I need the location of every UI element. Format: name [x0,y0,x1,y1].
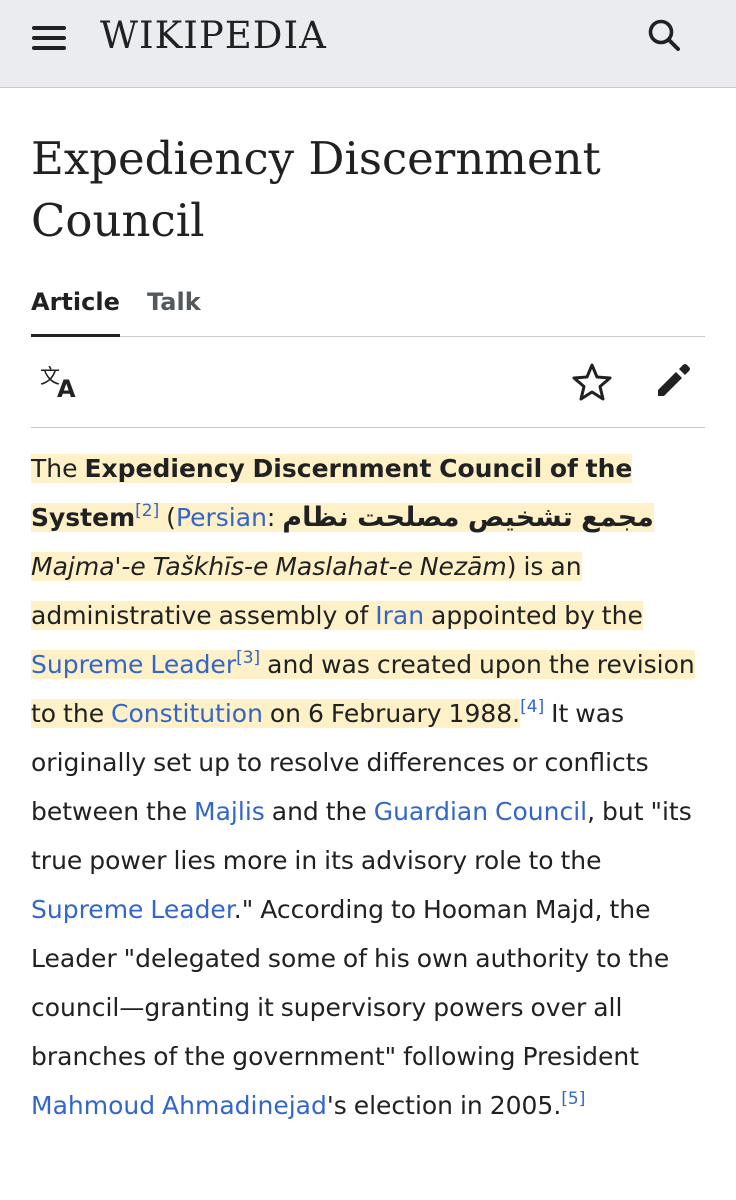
link-mahmoud-ahmadinejad[interactable]: Mahmoud Ahmadinejad [31,1091,327,1120]
translate-icon[interactable]: 文 A [39,363,83,401]
text-segment: ( [159,503,176,532]
tab-article[interactable]: Article [31,284,120,337]
page-actions-bar: 文 A [31,337,705,428]
reference-5-link[interactable]: [5] [561,1089,585,1109]
text-segment: on 6 February 1988. [262,699,521,728]
reference-2-link[interactable]: [2] [135,501,159,521]
page-tabs: Article Talk [31,276,705,337]
highlighted-text: The Expediency Discernment Council of th… [31,454,695,728]
text-segment: 's election in 2005. [326,1091,562,1120]
link-persian[interactable]: Persian [176,503,267,532]
reference-3[interactable]: [3] [236,648,260,668]
text-segment: : [266,503,283,532]
link-constitution[interactable]: Constitution [111,699,263,728]
star-icon[interactable] [571,361,613,403]
text-segment: and the [264,797,374,826]
tab-talk[interactable]: Talk [147,284,201,320]
persian-name: مجمع تشخیص مصلحت نظام [282,502,654,533]
text-segment: appointed by the [424,601,643,630]
site-header: WIKIPEDIA [0,0,736,88]
link-supreme-leader-2[interactable]: Supreme Leader [31,895,234,924]
reference-4[interactable]: [4] [520,697,544,717]
link-majlis[interactable]: Majlis [194,797,265,826]
link-iran[interactable]: Iran [375,601,424,630]
page-title: Expediency Discernment Council [31,132,601,247]
svg-text:A: A [57,375,76,401]
link-supreme-leader[interactable]: Supreme Leader [31,650,236,679]
wikipedia-wordmark[interactable]: WIKIPEDIA [100,14,327,58]
reference-2[interactable]: [2] [135,501,159,521]
reference-5[interactable]: [5] [561,1089,585,1109]
text-segment: The [31,454,85,483]
pencil-icon[interactable] [653,361,693,401]
reference-4-link[interactable]: [4] [520,697,544,717]
article-lead-paragraph: The Expediency Discernment Council of th… [31,444,705,1130]
search-icon[interactable] [644,16,684,56]
reference-3-link[interactable]: [3] [236,648,260,668]
transliteration: Majma'-e Taškhīs-e Maslahat-e Nezām [31,552,507,581]
link-guardian-council[interactable]: Guardian Council [374,797,587,826]
hamburger-menu-icon[interactable] [32,24,68,52]
